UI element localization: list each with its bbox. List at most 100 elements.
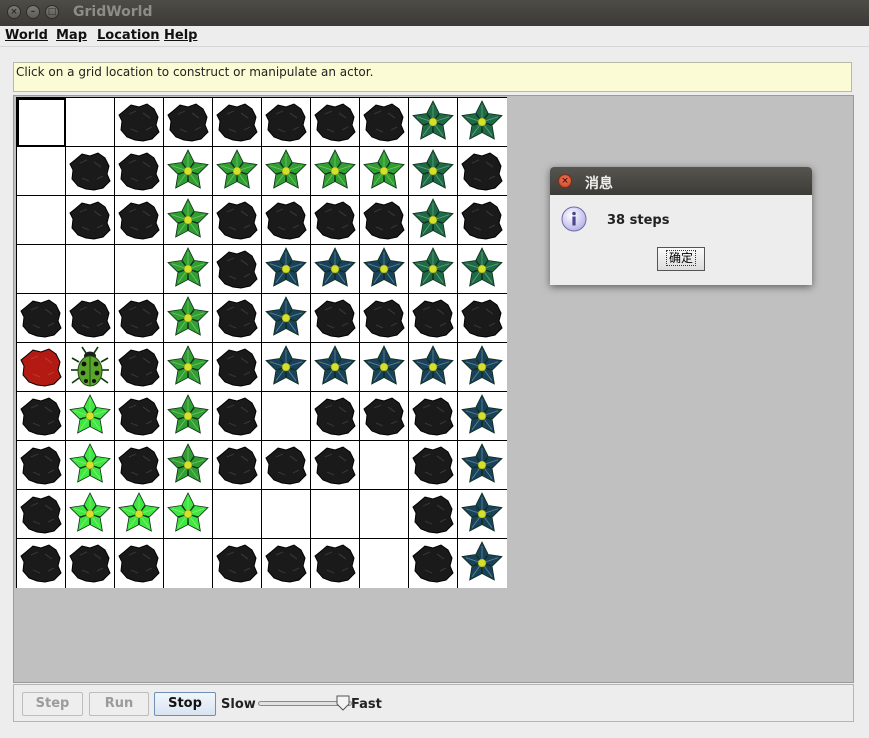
grid-cell[interactable] xyxy=(164,539,213,588)
window-maximize-icon[interactable]: □ xyxy=(45,5,59,19)
grid-cell[interactable] xyxy=(213,343,262,392)
grid-cell[interactable] xyxy=(409,196,458,245)
grid-cell[interactable] xyxy=(409,245,458,294)
grid-cell[interactable] xyxy=(262,490,311,539)
grid-cell[interactable] xyxy=(311,147,360,196)
grid-cell[interactable] xyxy=(360,392,409,441)
menu-location[interactable]: Location xyxy=(97,28,160,43)
grid-cell[interactable] xyxy=(213,490,262,539)
dialog-close-icon[interactable]: × xyxy=(558,174,572,188)
grid-cell[interactable] xyxy=(262,294,311,343)
grid-cell[interactable] xyxy=(458,539,507,588)
grid-cell[interactable] xyxy=(213,98,262,147)
grid-cell[interactable] xyxy=(164,245,213,294)
grid-cell[interactable] xyxy=(17,392,66,441)
grid-cell[interactable] xyxy=(458,441,507,490)
grid-cell[interactable] xyxy=(213,147,262,196)
grid-cell[interactable] xyxy=(115,294,164,343)
grid-cell[interactable] xyxy=(262,196,311,245)
grid-cell[interactable] xyxy=(164,490,213,539)
grid-cell[interactable] xyxy=(458,294,507,343)
menu-world[interactable]: World xyxy=(5,28,48,43)
grid-cell[interactable] xyxy=(409,441,458,490)
grid-cell[interactable] xyxy=(164,441,213,490)
grid-cell[interactable] xyxy=(311,392,360,441)
grid-cell[interactable] xyxy=(409,490,458,539)
grid-cell[interactable] xyxy=(360,98,409,147)
grid-cell[interactable] xyxy=(17,441,66,490)
menu-help[interactable]: Help xyxy=(164,28,197,43)
grid-cell[interactable] xyxy=(115,147,164,196)
grid-cell[interactable] xyxy=(262,392,311,441)
grid-cell[interactable] xyxy=(458,343,507,392)
grid-cell[interactable] xyxy=(360,245,409,294)
grid-cell[interactable] xyxy=(311,294,360,343)
grid-cell[interactable] xyxy=(458,490,507,539)
grid-cell[interactable] xyxy=(458,392,507,441)
run-button[interactable]: Run xyxy=(89,692,149,716)
grid-cell[interactable] xyxy=(115,539,164,588)
grid-cell[interactable] xyxy=(66,294,115,343)
grid-cell[interactable] xyxy=(66,98,115,147)
grid-cell[interactable] xyxy=(311,441,360,490)
grid-cell[interactable] xyxy=(17,539,66,588)
grid-cell[interactable] xyxy=(66,196,115,245)
grid-cell[interactable] xyxy=(115,392,164,441)
menu-map[interactable]: Map xyxy=(56,28,87,43)
grid-cell[interactable] xyxy=(213,539,262,588)
grid-cell[interactable] xyxy=(262,98,311,147)
grid-cell[interactable] xyxy=(66,147,115,196)
grid-cell[interactable] xyxy=(17,147,66,196)
grid-cell[interactable] xyxy=(115,490,164,539)
speed-slider-thumb[interactable] xyxy=(336,695,350,711)
grid-cell[interactable] xyxy=(360,147,409,196)
grid-cell[interactable] xyxy=(17,294,66,343)
grid-cell[interactable] xyxy=(360,441,409,490)
grid-cell[interactable] xyxy=(66,245,115,294)
grid-cell[interactable] xyxy=(409,147,458,196)
grid-cell[interactable] xyxy=(458,196,507,245)
grid-cell[interactable] xyxy=(164,343,213,392)
grid-cell[interactable] xyxy=(164,147,213,196)
grid-cell[interactable] xyxy=(213,441,262,490)
grid-cell[interactable] xyxy=(66,343,115,392)
grid-cell[interactable] xyxy=(213,294,262,343)
grid-cell[interactable] xyxy=(115,196,164,245)
grid-cell[interactable] xyxy=(17,490,66,539)
grid-cell[interactable] xyxy=(17,98,66,147)
grid-cell[interactable] xyxy=(311,539,360,588)
grid-cell[interactable] xyxy=(213,196,262,245)
grid-cell[interactable] xyxy=(164,392,213,441)
grid-cell[interactable] xyxy=(66,392,115,441)
grid-cell[interactable] xyxy=(262,343,311,392)
grid-cell[interactable] xyxy=(262,539,311,588)
grid-cell[interactable] xyxy=(311,490,360,539)
grid-cell[interactable] xyxy=(360,196,409,245)
grid-cell[interactable] xyxy=(360,539,409,588)
grid-cell[interactable] xyxy=(409,392,458,441)
grid-cell[interactable] xyxy=(458,245,507,294)
grid-cell[interactable] xyxy=(115,343,164,392)
step-button[interactable]: Step xyxy=(22,692,83,716)
grid-cell[interactable] xyxy=(262,245,311,294)
window-minimize-icon[interactable]: – xyxy=(26,5,40,19)
grid-cell[interactable] xyxy=(164,98,213,147)
grid-cell[interactable] xyxy=(164,196,213,245)
grid-cell[interactable] xyxy=(17,196,66,245)
window-close-icon[interactable]: × xyxy=(7,5,21,19)
grid-cell[interactable] xyxy=(409,539,458,588)
grid-cell[interactable] xyxy=(458,98,507,147)
dialog-ok-button[interactable]: 确定 xyxy=(657,247,705,271)
grid-cell[interactable] xyxy=(458,147,507,196)
grid-cell[interactable] xyxy=(262,147,311,196)
grid-cell[interactable] xyxy=(409,294,458,343)
grid-cell[interactable] xyxy=(262,441,311,490)
grid-cell[interactable] xyxy=(360,343,409,392)
grid-cell[interactable] xyxy=(409,98,458,147)
grid-cell[interactable] xyxy=(360,490,409,539)
grid-cell[interactable] xyxy=(17,245,66,294)
grid-cell[interactable] xyxy=(66,490,115,539)
grid-cell[interactable] xyxy=(311,343,360,392)
grid-cell[interactable] xyxy=(360,294,409,343)
stop-button[interactable]: Stop xyxy=(154,692,216,716)
